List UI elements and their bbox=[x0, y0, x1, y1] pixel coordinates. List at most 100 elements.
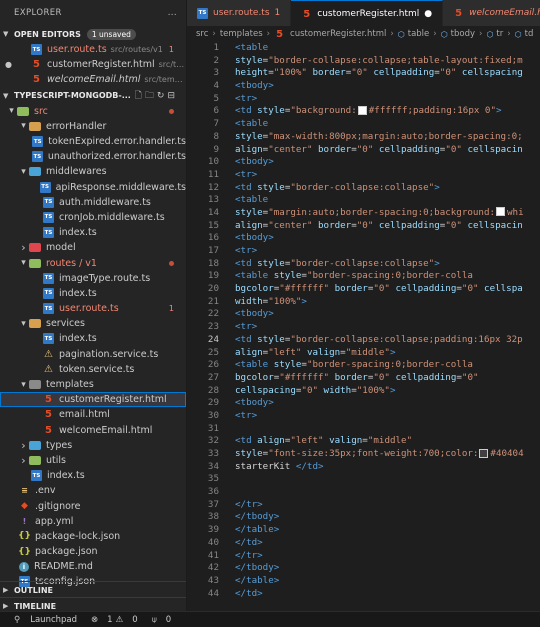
outline-section[interactable]: ▶ OUTLINE bbox=[0, 581, 186, 598]
collapse-all-icon[interactable]: ⊟ bbox=[167, 91, 178, 101]
tree-item[interactable]: ⚠ token.service.ts bbox=[0, 362, 186, 377]
tree-item[interactable]: i README.md bbox=[0, 559, 186, 574]
tree-item[interactable]: 5 customerRegister.html bbox=[0, 392, 186, 408]
code-token: "0" bbox=[301, 384, 324, 396]
tree-item[interactable]: › types bbox=[0, 438, 186, 453]
code-content: cellspacing="0" width="100%"> bbox=[235, 385, 396, 398]
tree-item[interactable]: ▾ services bbox=[0, 316, 186, 331]
code-token: bgcolor bbox=[235, 371, 274, 383]
breadcrumb-item[interactable]: src bbox=[196, 29, 208, 39]
line-number: 20 bbox=[207, 283, 219, 295]
tree-item-label: package-lock.json bbox=[35, 530, 121, 542]
launchpad-button[interactable]: ⚲ Launchpad bbox=[7, 615, 77, 625]
tree-item[interactable]: TS unauthorized.error.handler.ts bbox=[0, 149, 186, 164]
tree-item[interactable]: ▾ src bbox=[0, 104, 186, 119]
tree-item[interactable]: › utils bbox=[0, 453, 186, 468]
problem-count: 1 bbox=[168, 45, 174, 55]
tree-item-label: errorHandler bbox=[46, 120, 107, 132]
close-icon[interactable]: ● bbox=[5, 60, 12, 69]
breadcrumb-item[interactable]: table bbox=[408, 29, 430, 39]
breadcrumb-item[interactable]: templates bbox=[220, 29, 263, 39]
chevron-down-icon: ▼ bbox=[3, 30, 9, 38]
tree-item[interactable]: TS index.ts bbox=[0, 225, 186, 240]
typescript-file-icon: TS bbox=[43, 303, 54, 315]
open-editor-item[interactable]: 5 welcomeEmail.htmlsrc/templates bbox=[0, 72, 186, 87]
tree-item[interactable]: 5 welcomeEmail.html bbox=[0, 423, 186, 438]
tree-item[interactable]: TS cronJob.middleware.ts bbox=[0, 210, 186, 225]
code-token: "border-spacing:0;border-colla bbox=[306, 359, 473, 371]
tree-item[interactable]: TS imageType.route.ts bbox=[0, 271, 186, 286]
code-token: "border-spacing:0;border-colla bbox=[306, 270, 473, 282]
code-token: border bbox=[334, 283, 368, 295]
new-folder-icon[interactable]: 🗀 bbox=[145, 91, 157, 101]
code-editor[interactable]: 1 <table 2 style="border-collapse:collapse;… bbox=[187, 42, 540, 612]
breadcrumb-item[interactable]: tbody bbox=[451, 29, 475, 39]
html-file-icon: 5 bbox=[45, 409, 52, 421]
tree-item[interactable]: ⚠ pagination.service.ts bbox=[0, 347, 186, 362]
code-content: align="center" border="0" cellpadding="0… bbox=[235, 220, 523, 233]
code-line: 35 bbox=[187, 473, 540, 486]
code-line: 19 <table style="border-spacing:0;border-… bbox=[187, 270, 540, 283]
tree-item[interactable]: {} package.json bbox=[0, 544, 186, 559]
open-editor-item[interactable]: ● 5 customerRegister.htmlsrc/tem... bbox=[0, 57, 186, 72]
tree-item[interactable]: › model bbox=[0, 240, 186, 255]
tree-item[interactable]: TS user.route.ts 1 bbox=[0, 301, 186, 316]
tree-item[interactable]: TS index.ts bbox=[0, 468, 186, 483]
tab-customerregister-html[interactable]: 5 customerRegister.html ● bbox=[291, 0, 444, 26]
chevron-down-icon: ▾ bbox=[21, 121, 26, 132]
code-token: cellpadding bbox=[395, 371, 457, 383]
tree-item[interactable]: TS auth.middleware.ts bbox=[0, 195, 186, 210]
line-number: 15 bbox=[207, 219, 219, 231]
color-swatch[interactable] bbox=[357, 105, 367, 115]
tab-welcomeemail-html[interactable]: 5 welcomeEmail.html bbox=[443, 0, 540, 26]
code-token: "0" bbox=[356, 143, 379, 155]
color-swatch[interactable] bbox=[479, 448, 489, 458]
tree-item[interactable]: TS index.ts bbox=[0, 286, 186, 301]
tree-item[interactable]: {} package-lock.json bbox=[0, 529, 186, 544]
tree-item-label: model bbox=[46, 242, 76, 254]
tree-item[interactable]: ≡ .env bbox=[0, 483, 186, 498]
tree-item[interactable]: ◆ .gitignore bbox=[0, 498, 186, 513]
code-token: "0" bbox=[445, 219, 468, 231]
code-token: starterKit bbox=[235, 460, 296, 472]
problem-count: 1 bbox=[168, 304, 174, 314]
code-token: whi bbox=[507, 206, 524, 218]
more-actions-icon[interactable]: ... bbox=[168, 8, 177, 18]
json-file-icon: {} bbox=[18, 531, 31, 542]
tab-label: user.route.ts bbox=[213, 8, 270, 18]
code-line: 20 bgcolor="#ffffff" border="0" cellpaddi… bbox=[187, 283, 540, 296]
launchpad-icon: ⚲ bbox=[14, 614, 21, 625]
code-line: 23 <tr> bbox=[187, 321, 540, 334]
tree-item[interactable]: ! app.yml bbox=[0, 514, 186, 529]
folder-icon bbox=[29, 167, 41, 177]
tree-item-label: user.route.ts bbox=[59, 303, 119, 315]
tab-user-route-ts[interactable]: TS user.route.ts 1 bbox=[187, 0, 292, 26]
ports-button[interactable]: ⍦ 0 bbox=[145, 615, 172, 625]
tree-item[interactable]: ▾ middlewares bbox=[0, 164, 186, 179]
code-token: "font-size:35px;font-weight:700;color: bbox=[268, 448, 479, 459]
typescript-file-icon: TS bbox=[43, 211, 54, 223]
breadcrumb-item[interactable]: customerRegister.html bbox=[290, 29, 386, 39]
code-token: "0" bbox=[351, 67, 374, 79]
tree-item[interactable]: 5 email.html bbox=[0, 407, 186, 422]
code-line: 40 </td> bbox=[187, 537, 540, 550]
breadcrumb-item[interactable]: tr bbox=[496, 29, 503, 39]
open-editors-section[interactable]: ▼ OPEN EDITORS 1 unsaved bbox=[0, 26, 186, 42]
tree-item[interactable]: TS index.ts bbox=[0, 331, 186, 346]
launchpad-label: Launchpad bbox=[30, 614, 78, 625]
color-swatch[interactable] bbox=[496, 207, 506, 217]
tree-item[interactable]: ▾ templates bbox=[0, 377, 186, 392]
tree-item[interactable]: TS tokenExpired.error.handler.ts bbox=[0, 134, 186, 149]
problems-button[interactable]: ⊗ 1 ⚠ 0 bbox=[84, 615, 138, 625]
open-editor-item[interactable]: TS user.route.ts src/routes/v1 1 bbox=[0, 42, 186, 57]
breadcrumb-item[interactable]: td bbox=[525, 29, 534, 39]
code-token: style bbox=[235, 130, 263, 142]
refresh-icon[interactable]: ↻ bbox=[157, 91, 168, 101]
new-file-icon[interactable]: 🗋 bbox=[135, 91, 145, 101]
code-token: "0" bbox=[439, 67, 462, 79]
tree-item[interactable]: ▾ errorHandler bbox=[0, 119, 186, 134]
project-section[interactable]: ▼ TYPESCRIPT-MONGODB-... 🗋🗀↻⊟ bbox=[0, 88, 186, 104]
tree-item[interactable]: ▾ routes / v1 bbox=[0, 255, 186, 270]
tree-item[interactable]: TS apiResponse.middleware.ts bbox=[0, 180, 186, 195]
code-line: 28 cellspacing="0" width="100%"> bbox=[187, 385, 540, 398]
